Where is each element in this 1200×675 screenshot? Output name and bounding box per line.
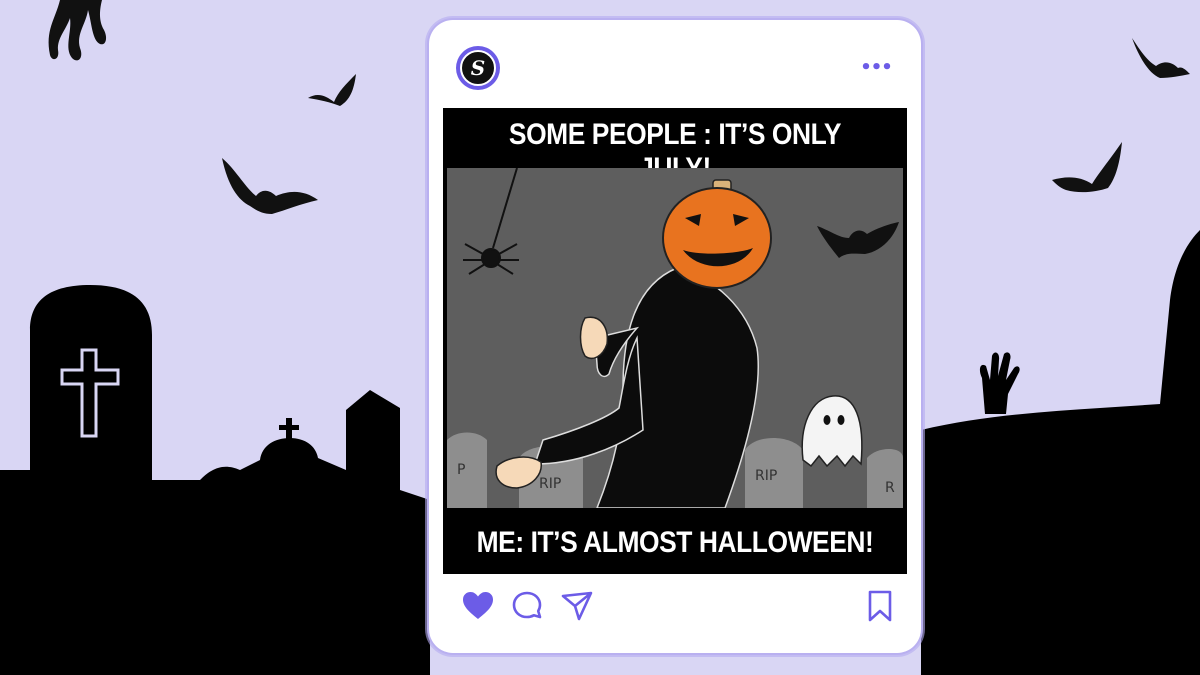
bat-icon <box>1132 38 1190 78</box>
avatar-letter: S <box>460 50 496 86</box>
right-graveyard-silhouette <box>921 230 1200 675</box>
bat-icon <box>222 158 318 214</box>
pumpkin-head-illustration: P RIP RIP R <box>447 168 903 508</box>
tombstone-text: P <box>457 462 465 478</box>
meme-image: SOME PEOPLE : IT’S ONLY JULY! P RIP <box>443 108 907 574</box>
social-post-card: S ••• SOME PEOPLE : IT’S ONLY JULY! P <box>429 20 921 653</box>
meme-bottom-caption: ME: IT’S ALMOST HALLOWEEN! <box>476 526 874 559</box>
bookmark-icon[interactable] <box>862 588 898 624</box>
share-icon[interactable] <box>559 588 595 624</box>
left-graveyard-silhouette <box>0 285 430 675</box>
bat-icon <box>1052 142 1122 193</box>
tombstone-text: RIP <box>755 468 777 484</box>
tombstone-text: R <box>885 480 895 496</box>
comment-icon[interactable] <box>509 588 545 624</box>
root-silhouette <box>48 0 107 61</box>
more-options-button[interactable]: ••• <box>859 58 893 78</box>
tombstone-text: RIP <box>539 476 561 492</box>
avatar[interactable]: S <box>456 46 500 90</box>
heart-icon[interactable] <box>460 588 496 624</box>
post-actions-bar <box>429 588 921 624</box>
zombie-hand-icon <box>979 352 1020 414</box>
bat-icon <box>308 74 356 106</box>
